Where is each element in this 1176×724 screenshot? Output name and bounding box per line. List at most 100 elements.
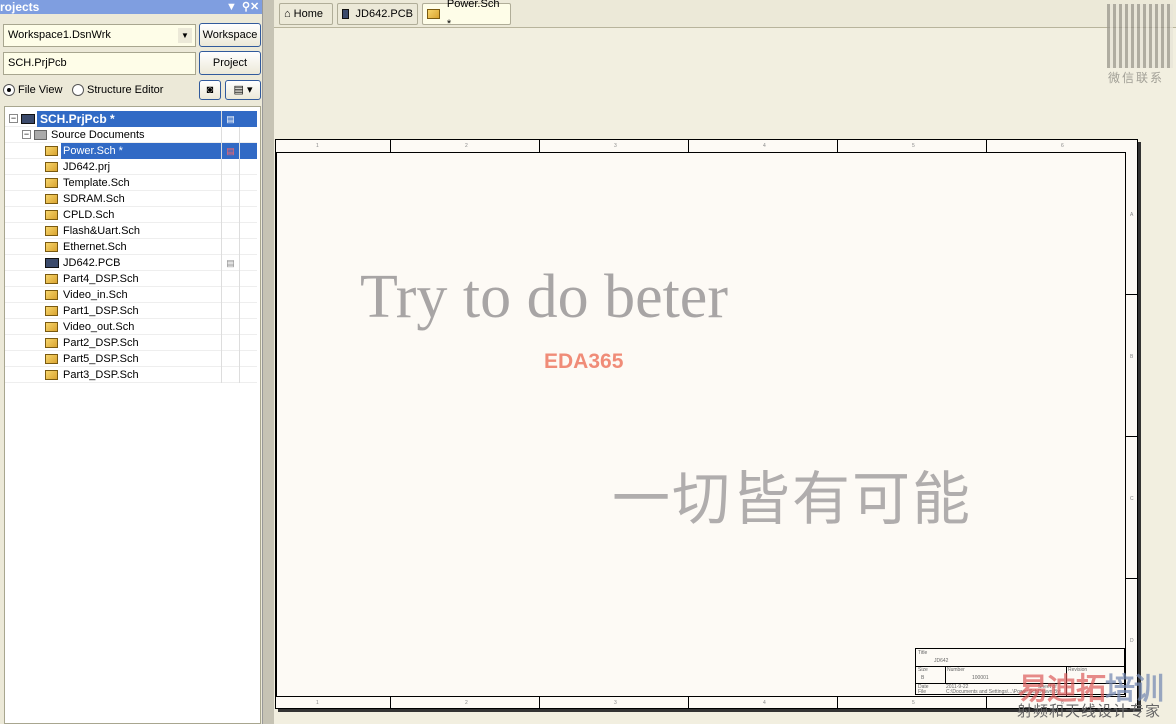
size-value: B [921,675,925,681]
workspace-button[interactable]: Workspace [199,23,261,47]
compile-icon[interactable]: ◙ [199,80,221,100]
tree-item-label: JD642.prj [63,161,111,173]
tree-item[interactable]: Video_in.Sch [5,287,257,303]
number-value: 100001 [972,675,989,681]
document-status-icon [221,319,239,335]
schematic-icon [45,290,58,301]
project-options-icon[interactable]: ▤ ▾ [225,80,261,100]
tab-power-sch[interactable]: Power.Sch * [422,0,511,30]
zone-divider [390,140,391,152]
document-status-icon: ▤ [221,143,239,159]
schematic-icon [45,354,58,365]
tree-item[interactable]: SDRAM.Sch [5,191,257,207]
schematic-icon [45,306,58,317]
workspace-select[interactable]: Workspace1.DsnWrk ▼ [3,24,196,47]
column-label: 3 [614,700,617,706]
tree-item-label: Template.Sch [63,177,130,189]
document-tabs: ⌂ Home JD642.PCB Power.Sch * [274,0,1176,30]
folder-icon [34,130,47,141]
column-label: 1 [316,700,319,706]
zone-divider [1126,294,1138,295]
schematic-icon [45,194,58,205]
tree-item[interactable]: Part3_DSP.Sch [5,367,257,383]
structure-editor-label: Structure Editor [87,84,164,96]
row-label: A [1130,212,1134,218]
panel-title-bar: rojects ▼ ⚲ ✕ [0,0,262,14]
close-icon[interactable]: ✕ [250,0,259,14]
schematic-icon [45,338,58,349]
collapse-icon[interactable]: − [22,130,31,139]
tree-item[interactable]: Power.Sch * ▤ [5,143,257,159]
tree-item-label: Part5_DSP.Sch [63,353,139,365]
project-value: SCH.PrjPcb [8,57,67,69]
tree-item[interactable]: Part4_DSP.Sch [5,271,257,287]
tree-item-label: CPLD.Sch [63,209,115,221]
structure-editor-radio[interactable]: Structure Editor [72,84,163,96]
tree-item[interactable]: Part5_DSP.Sch [5,351,257,367]
title-label: Title [918,650,928,656]
column-label: 2 [465,700,468,706]
tree-item-label: Video_out.Sch [63,321,135,333]
schematic-icon [45,210,58,221]
project-field[interactable]: SCH.PrjPcb [3,52,196,75]
qr-code [1107,4,1173,68]
tree-item[interactable]: Video_out.Sch [5,319,257,335]
schematic-icon [45,146,58,157]
row-label: D [1130,638,1134,644]
schematic-icon [45,226,58,237]
column-label: 1 [316,143,319,149]
row-label: B [1130,354,1134,360]
tab-jd642-pcb[interactable]: JD642.PCB [337,3,418,25]
tree-item-label: Part4_DSP.Sch [63,273,139,285]
tree-item[interactable]: Template.Sch [5,175,257,191]
column-label: 6 [1061,143,1064,149]
zone-divider [539,697,540,709]
tree-item-label: Part1_DSP.Sch [63,305,139,317]
schematic-sheet[interactable]: 112233445566ABCD [275,139,1138,709]
file-view-label: File View [18,84,63,96]
tree-project-row[interactable]: − SCH.PrjPcb * ▤ [5,111,257,127]
pin-icon[interactable]: ⚲ [242,0,250,14]
tree-item[interactable]: Flash&Uart.Sch [5,223,257,239]
schematic-icon [45,178,58,189]
document-status-icon [221,207,239,223]
column-label: 5 [912,700,915,706]
pcb-icon [45,258,59,269]
zone-divider [390,697,391,709]
tree-item[interactable]: JD642.PCB ▤ [5,255,257,271]
watermark-text: Try to do beter [360,263,728,331]
panel-menu-icon[interactable]: ▼ [226,0,237,14]
column-label: 2 [465,143,468,149]
project-tree[interactable]: − SCH.PrjPcb * ▤ − Source Documents Powe… [4,106,261,724]
file-label: File [918,689,927,695]
zone-divider [1126,578,1138,579]
tree-folder-row[interactable]: − Source Documents [5,127,257,143]
tree-item[interactable]: Part1_DSP.Sch [5,303,257,319]
tree-item[interactable]: Part2_DSP.Sch [5,335,257,351]
document-status-icon [221,271,239,287]
tree-item-label: JD642.PCB [63,257,121,269]
tab-label: Power.Sch * [446,0,500,30]
chevron-down-icon[interactable]: ▼ [178,28,192,43]
zone-divider [986,697,987,709]
panel-title: rojects [0,0,40,14]
tab-home[interactable]: ⌂ Home [279,3,333,25]
document-status-icon [221,335,239,351]
brand-tagline: 射频和天线设计专家 [1017,703,1162,720]
watermark-brand: EDA365 [544,350,624,373]
zone-divider [688,697,689,709]
tree-item[interactable]: JD642.prj [5,159,257,175]
document-status-icon [221,303,239,319]
tree-item[interactable]: CPLD.Sch [5,207,257,223]
document-status-icon [221,351,239,367]
document-icon: ▤ [221,111,239,127]
zone-divider [837,697,838,709]
project-button[interactable]: Project [199,51,261,75]
projects-panel: rojects ▼ ⚲ ✕ Workspace1.DsnWrk ▼ Workspa… [0,0,262,724]
schematic-icon [45,242,58,253]
file-view-radio[interactable]: File View [3,84,62,96]
panel-splitter[interactable] [262,0,274,724]
tree-item[interactable]: Ethernet.Sch [5,239,257,255]
tree-item-label: Video_in.Sch [63,289,128,301]
collapse-icon[interactable]: − [9,114,18,123]
